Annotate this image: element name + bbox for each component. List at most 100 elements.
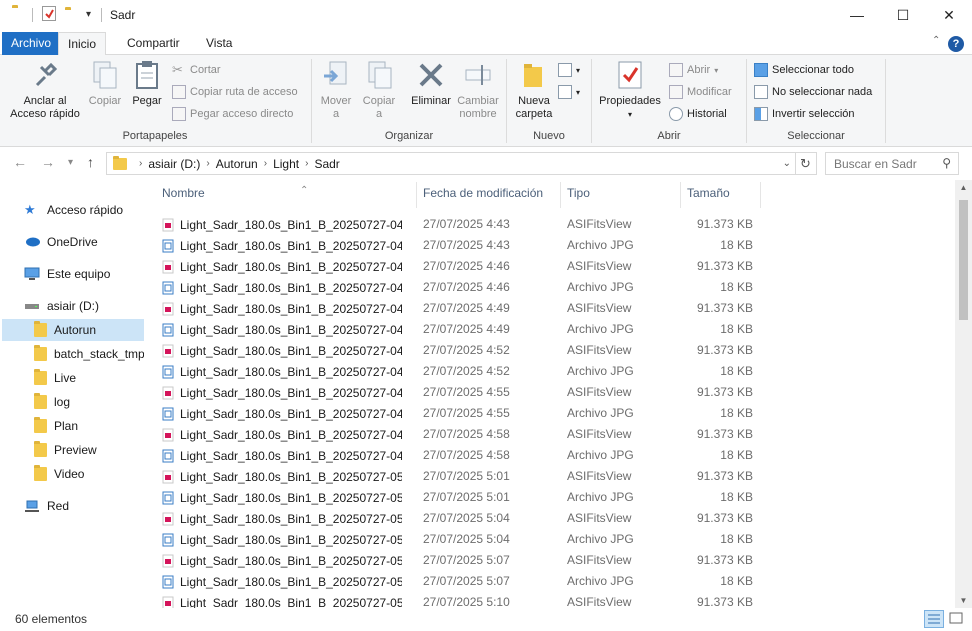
file-name-cell[interactable]: Light_Sadr_180.0s_Bin1_B_20250727-0504..… (162, 508, 402, 529)
breadcrumb-item[interactable]: Autorun (210, 157, 264, 171)
recent-locations-chevron-icon[interactable]: ▾ (68, 157, 73, 168)
file-name-cell[interactable]: Light_Sadr_180.0s_Bin1_B_20250727-0455..… (162, 382, 402, 403)
table-row[interactable]: Light_Sadr_180.0s_Bin1_B_20250727-0458..… (162, 424, 922, 445)
table-row[interactable]: Light_Sadr_180.0s_Bin1_B_20250727-0504..… (162, 508, 922, 529)
invert-selection-button[interactable]: Invertir selección (754, 105, 855, 123)
copy-to-button[interactable]: Copiar a (358, 59, 400, 121)
sidebar-item-asiair-drive[interactable]: asiair (D:) (24, 295, 99, 317)
table-row[interactable]: Light_Sadr_180.0s_Bin1_B_20250727-0510..… (162, 592, 922, 608)
large-icons-view-icon[interactable] (947, 610, 967, 628)
collapse-ribbon-chevron-icon[interactable]: ⌃ (932, 35, 940, 46)
cut-button[interactable]: ✂ Cortar (172, 61, 221, 79)
file-name-cell[interactable]: Light_Sadr_180.0s_Bin1_B_20250727-0504..… (162, 529, 402, 550)
table-row[interactable]: Light_Sadr_180.0s_Bin1_B_20250727-0449..… (162, 319, 922, 340)
vertical-scrollbar[interactable]: ▲ ▼ (955, 180, 972, 608)
table-row[interactable]: Light_Sadr_180.0s_Bin1_B_20250727-0507..… (162, 571, 922, 592)
column-header-tipo[interactable]: Tipo (567, 186, 590, 204)
maximize-button[interactable]: ☐ (880, 0, 926, 30)
table-row[interactable]: Light_Sadr_180.0s_Bin1_B_20250727-0455..… (162, 382, 922, 403)
paste-shortcut-button[interactable]: Pegar acceso directo (172, 105, 293, 123)
sidebar-item-autorun[interactable]: Autorun (2, 319, 144, 341)
file-name-cell[interactable]: Light_Sadr_180.0s_Bin1_B_20250727-0446..… (162, 256, 402, 277)
file-name-cell[interactable]: Light_Sadr_180.0s_Bin1_B_20250727-0442..… (162, 235, 402, 256)
properties-button[interactable]: Propiedades ▾ (596, 59, 664, 121)
sidebar-item-acceso-rapido[interactable]: ★ Acceso rápido (24, 199, 123, 221)
file-name-cell[interactable]: Light_Sadr_180.0s_Bin1_B_20250727-0442..… (162, 214, 402, 235)
table-row[interactable]: Light_Sadr_180.0s_Bin1_B_20250727-0442..… (162, 235, 922, 256)
file-name-cell[interactable]: Light_Sadr_180.0s_Bin1_B_20250727-0449..… (162, 319, 402, 340)
rename-button[interactable]: Cambiar nombre (455, 59, 501, 121)
tab-vista[interactable]: Vista (197, 32, 241, 55)
table-row[interactable]: Light_Sadr_180.0s_Bin1_B_20250727-0504..… (162, 529, 922, 550)
table-row[interactable]: Light_Sadr_180.0s_Bin1_B_20250727-0446..… (162, 256, 922, 277)
table-row[interactable]: Light_Sadr_180.0s_Bin1_B_20250727-0501..… (162, 487, 922, 508)
up-arrow-icon[interactable]: ↑ (87, 154, 94, 170)
table-row[interactable]: Light_Sadr_180.0s_Bin1_B_20250727-0452..… (162, 361, 922, 382)
table-row[interactable]: Light_Sadr_180.0s_Bin1_B_20250727-0442..… (162, 214, 922, 235)
address-bar[interactable]: › asiair (D:) › Autorun › Light › Sadr ⌄ (106, 152, 796, 175)
file-name-cell[interactable]: Light_Sadr_180.0s_Bin1_B_20250727-0452..… (162, 340, 402, 361)
move-to-button[interactable]: Mover a (316, 59, 356, 121)
refresh-icon[interactable]: ↻ (795, 152, 817, 175)
back-arrow-icon[interactable]: ← (13, 154, 27, 170)
scroll-up-arrow-icon[interactable]: ▲ (955, 183, 972, 192)
breadcrumb-item[interactable]: Sadr (308, 157, 345, 171)
table-row[interactable]: Light_Sadr_180.0s_Bin1_B_20250727-0455..… (162, 403, 922, 424)
scroll-down-arrow-icon[interactable]: ▼ (955, 596, 972, 605)
column-separator[interactable] (560, 182, 561, 208)
column-separator[interactable] (760, 182, 761, 208)
sidebar-item-log[interactable]: log (34, 391, 70, 413)
scrollbar-thumb[interactable] (959, 200, 968, 320)
close-button[interactable]: ✕ (926, 0, 972, 30)
file-name-cell[interactable]: Light_Sadr_180.0s_Bin1_B_20250727-0501..… (162, 466, 402, 487)
address-dropdown-chevron-icon[interactable]: ⌄ (783, 158, 791, 169)
edit-button[interactable]: Modificar (669, 83, 732, 101)
forward-arrow-icon[interactable]: → (41, 154, 55, 170)
sidebar-item-batch-stack-tmp[interactable]: batch_stack_tmp (34, 343, 144, 365)
table-row[interactable]: Light_Sadr_180.0s_Bin1_B_20250727-0446..… (162, 277, 922, 298)
copy-button[interactable]: Copiar (85, 59, 125, 108)
select-none-button[interactable]: No seleccionar nada (754, 83, 872, 101)
table-row[interactable]: Light_Sadr_180.0s_Bin1_B_20250727-0501..… (162, 466, 922, 487)
minimize-button[interactable]: — (834, 0, 880, 30)
column-separator[interactable] (680, 182, 681, 208)
tab-archivo[interactable]: Archivo (2, 32, 61, 55)
file-name-cell[interactable]: Light_Sadr_180.0s_Bin1_B_20250727-0452..… (162, 361, 402, 382)
customize-quick-access-chevron-icon[interactable]: ▾ (86, 9, 91, 20)
file-name-cell[interactable]: Light_Sadr_180.0s_Bin1_B_20250727-0455..… (162, 403, 402, 424)
easy-access-button[interactable]: ▾ (558, 83, 580, 101)
sidebar-item-este-equipo[interactable]: Este equipo (24, 263, 110, 285)
file-name-cell[interactable]: Light_Sadr_180.0s_Bin1_B_20250727-0507..… (162, 571, 402, 592)
properties-icon[interactable] (42, 6, 56, 21)
file-name-cell[interactable]: Light_Sadr_180.0s_Bin1_B_20250727-0507..… (162, 550, 402, 571)
details-view-icon[interactable] (924, 610, 944, 628)
column-header-fecha[interactable]: Fecha de modificación (423, 186, 543, 204)
breadcrumb-item[interactable]: asiair (D:) (142, 157, 206, 171)
select-all-button[interactable]: Seleccionar todo (754, 61, 854, 79)
tab-inicio[interactable]: Inicio (58, 32, 107, 56)
table-row[interactable]: Light_Sadr_180.0s_Bin1_B_20250727-0449..… (162, 298, 922, 319)
sidebar-item-video[interactable]: Video (34, 463, 84, 485)
table-row[interactable]: Light_Sadr_180.0s_Bin1_B_20250727-0507..… (162, 550, 922, 571)
sidebar-item-live[interactable]: Live (34, 367, 76, 389)
help-icon[interactable]: ? (948, 36, 964, 52)
new-item-button[interactable]: ▾ (558, 61, 580, 79)
table-row[interactable]: Light_Sadr_180.0s_Bin1_B_20250727-0452..… (162, 340, 922, 361)
sidebar-item-red[interactable]: Red (24, 495, 69, 517)
file-name-cell[interactable]: Light_Sadr_180.0s_Bin1_B_20250727-0446..… (162, 277, 402, 298)
pin-quick-access-button[interactable]: Anclar al Acceso rápido (6, 59, 84, 121)
tab-compartir[interactable]: Compartir (118, 32, 189, 55)
search-input[interactable]: Buscar en Sadr ⚲ (825, 152, 959, 175)
history-button[interactable]: Historial (669, 105, 727, 123)
sidebar-item-preview[interactable]: Preview (34, 439, 97, 461)
file-name-cell[interactable]: Light_Sadr_180.0s_Bin1_B_20250727-0458..… (162, 424, 402, 445)
column-header-nombre[interactable]: Nombre ⌃ (162, 185, 308, 204)
sidebar-item-onedrive[interactable]: OneDrive (24, 231, 98, 253)
column-separator[interactable] (416, 182, 417, 208)
file-name-cell[interactable]: Light_Sadr_180.0s_Bin1_B_20250727-0458..… (162, 445, 402, 466)
table-row[interactable]: Light_Sadr_180.0s_Bin1_B_20250727-0458..… (162, 445, 922, 466)
delete-button[interactable]: Eliminar (407, 59, 455, 108)
file-name-cell[interactable]: Light_Sadr_180.0s_Bin1_B_20250727-0510..… (162, 592, 402, 608)
paste-button[interactable]: Pegar (127, 59, 167, 108)
column-header-tamano[interactable]: Tamaño (687, 186, 730, 204)
